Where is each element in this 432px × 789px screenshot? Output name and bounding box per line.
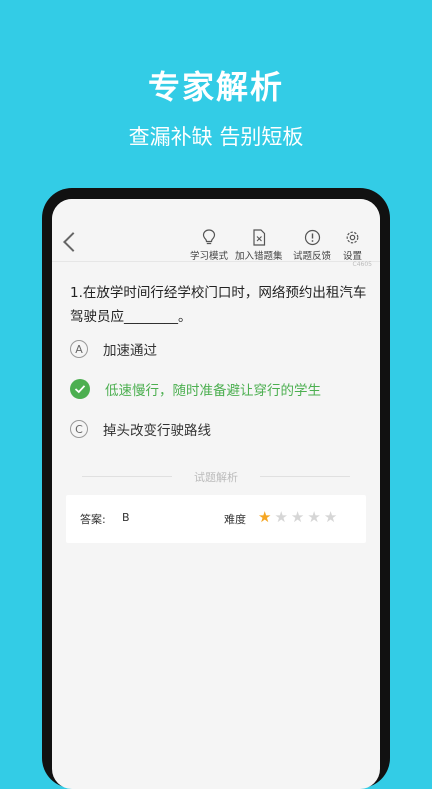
phone-frame: 学习模式 加入错题集 试题反馈 设置 C4605 1.在放学时间行经学校门口时，… <box>42 188 390 789</box>
study-mode-button[interactable]: 学习模式 <box>190 229 228 262</box>
wrong-set-icon <box>253 229 265 246</box>
option-a-text: 加速通过 <box>103 343 157 359</box>
star-icon: ★ <box>258 508 272 526</box>
settings-label: 设置 <box>343 251 363 262</box>
question-id: C4605 <box>352 261 372 268</box>
answer-label: 答案: <box>80 513 106 526</box>
feedback-label: 试题反馈 <box>293 251 332 262</box>
star-icon: ★ <box>274 508 288 526</box>
lightbulb-icon <box>202 229 216 245</box>
option-b-text: 低速慢行，随时准备避让穿行的学生 <box>105 383 321 399</box>
star-icon: ★ <box>323 508 338 526</box>
difficulty-stars: ★ ★ ★ ★ ★ <box>258 509 340 525</box>
gear-icon <box>346 231 359 244</box>
option-c[interactable]: C 掉头改变行驶路线 <box>70 417 211 441</box>
difficulty-label: 难度 <box>224 513 246 526</box>
star-icon: ★ <box>290 508 305 526</box>
phone-screen: 学习模式 加入错题集 试题反馈 设置 C4605 1.在放学时间行经学校门口时，… <box>52 199 380 789</box>
study-mode-label: 学习模式 <box>190 251 229 262</box>
star-icon: ★ <box>307 508 321 526</box>
add-wrong-set-button[interactable]: 加入错题集 <box>235 229 283 262</box>
option-a[interactable]: A 加速通过 <box>70 337 157 361</box>
back-arrow-icon[interactable] <box>63 232 83 252</box>
settings-button[interactable]: 设置 <box>343 229 362 262</box>
add-wrong-set-label: 加入错题集 <box>235 251 283 262</box>
option-a-letter: A <box>70 340 88 358</box>
top-nav-bar: 学习模式 加入错题集 试题反馈 设置 <box>52 199 380 262</box>
promo-title: 专家解析 <box>147 68 284 106</box>
promo-subtitle: 查漏补缺 告别短板 <box>128 125 304 149</box>
feedback-icon <box>304 229 320 246</box>
answer-card: 答案: B 难度 ★ ★ ★ ★ ★ <box>66 495 366 543</box>
analysis-divider: 试题解析 <box>82 469 350 484</box>
option-c-letter: C <box>70 420 88 438</box>
question-text: 1.在放学时间行经学校门口时，网络预约出租汽车驾驶员应________。 <box>70 285 367 325</box>
divider-line-right <box>260 476 350 477</box>
option-c-text: 掉头改变行驶路线 <box>103 423 211 439</box>
analysis-section-title: 试题解析 <box>194 471 238 484</box>
check-icon <box>70 379 90 399</box>
option-b[interactable]: 低速慢行，随时准备避让穿行的学生 <box>70 377 321 401</box>
feedback-button[interactable]: 试题反馈 <box>293 229 331 262</box>
answer-value: B <box>122 511 130 524</box>
